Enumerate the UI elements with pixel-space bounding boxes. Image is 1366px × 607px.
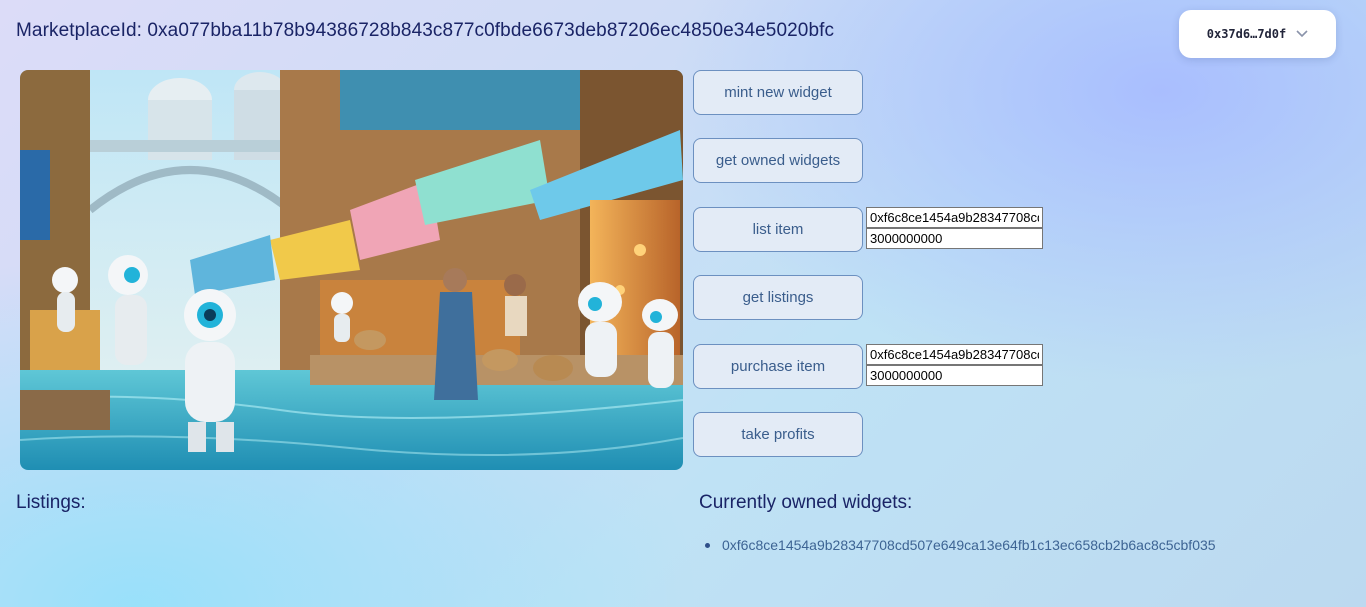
list-item: 0xf6c8ce1454a9b28347708cd507e649ca13e64f… [705, 537, 1216, 553]
list-item-price-input[interactable] [866, 228, 1043, 249]
wallet-address: 0x37d6…7d0f [1206, 27, 1287, 41]
purchase-item-id-input[interactable] [866, 344, 1043, 365]
listings-heading: Listings: [16, 492, 86, 513]
marketplace-id-title: MarketplaceId: 0xa077bba11b78b94386728b8… [16, 20, 835, 41]
wallet-button[interactable]: 0x37d6…7d0f [1179, 10, 1336, 58]
get-listings-button[interactable]: get listings [693, 275, 863, 320]
list-item-id-input[interactable] [866, 207, 1043, 228]
owned-widget-id: 0xf6c8ce1454a9b28347708cd507e649ca13e64f… [722, 537, 1216, 553]
purchase-item-button[interactable]: purchase item [693, 344, 863, 389]
owned-widgets-list: 0xf6c8ce1454a9b28347708cd507e649ca13e64f… [705, 537, 1216, 553]
take-profits-button[interactable]: take profits [693, 412, 863, 457]
chevron-down-icon [1296, 27, 1308, 41]
owned-widgets-heading: Currently owned widgets: [699, 492, 913, 513]
get-owned-widgets-button[interactable]: get owned widgets [693, 138, 863, 183]
list-item-button[interactable]: list item [693, 207, 863, 252]
marketplace-illustration [20, 70, 683, 470]
purchase-item-price-input[interactable] [866, 365, 1043, 386]
mint-widget-button[interactable]: mint new widget [693, 70, 863, 115]
bullet-icon [705, 542, 710, 548]
